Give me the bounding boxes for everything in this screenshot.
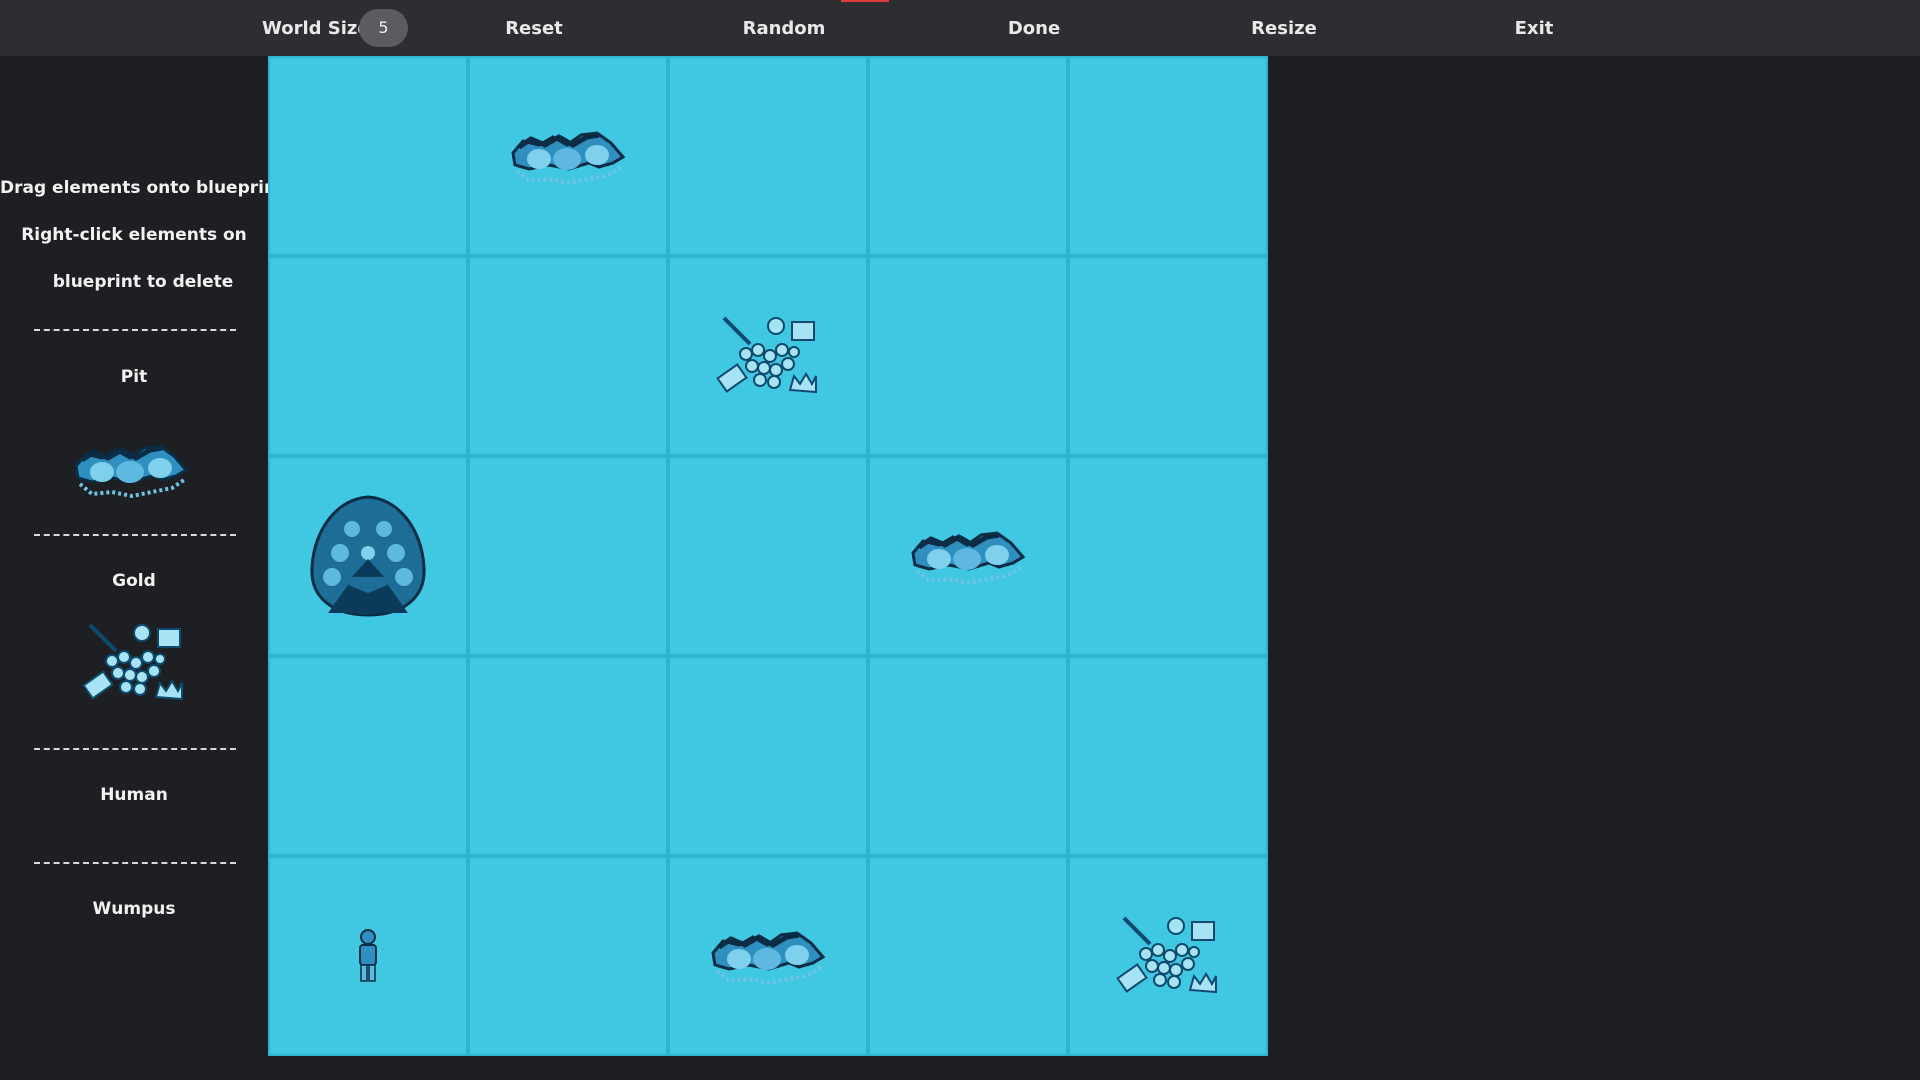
instruction-delete-2: blueprint to delete (52, 272, 234, 292)
grid-cell[interactable] (1068, 256, 1268, 456)
grid-cell[interactable] (268, 56, 468, 256)
pit-icon (511, 131, 626, 186)
world-size-label: World Size (262, 18, 370, 39)
gold-icon (716, 316, 817, 394)
placed-pit[interactable] (709, 923, 827, 989)
grid-cell[interactable] (868, 256, 1068, 456)
pit-icon (711, 931, 826, 986)
grid-cell[interactable] (268, 256, 468, 456)
placed-gold[interactable] (716, 314, 820, 398)
grid-cell[interactable] (468, 456, 668, 656)
grid-cell[interactable] (468, 56, 668, 256)
exit-button[interactable]: Exit (1484, 0, 1584, 56)
pit-icon (74, 444, 189, 499)
grid-cell[interactable] (868, 656, 1068, 856)
divider (34, 862, 236, 864)
grid-cell[interactable] (468, 856, 668, 1056)
world-blueprint-grid[interactable] (268, 56, 1270, 1058)
instruction-drag: Drag elements onto blueprint (0, 178, 285, 198)
element-palette: Drag elements onto blueprint Right-click… (0, 56, 285, 1080)
grid-cell[interactable] (1068, 456, 1268, 656)
active-indicator (841, 0, 889, 2)
grid-cell[interactable] (868, 56, 1068, 256)
placed-human[interactable] (354, 928, 382, 984)
world-size-input[interactable]: 5 (359, 9, 408, 47)
reset-button[interactable]: Reset (484, 0, 584, 56)
grid-cell[interactable] (1068, 56, 1268, 256)
divider (34, 329, 236, 331)
divider (34, 748, 236, 750)
grid-cell[interactable] (868, 456, 1068, 656)
grid-cell[interactable] (668, 856, 868, 1056)
palette-label-pit: Pit (120, 367, 148, 387)
placed-pit[interactable] (509, 123, 627, 189)
gold-icon (82, 623, 183, 701)
grid-cell[interactable] (668, 256, 868, 456)
palette-label-wumpus: Wumpus (92, 899, 176, 919)
palette-label-human: Human (100, 785, 168, 805)
grid-cell[interactable] (668, 456, 868, 656)
resize-button[interactable]: Resize (1234, 0, 1334, 56)
palette-pit[interactable] (72, 436, 190, 506)
palette-label-gold: Gold (112, 571, 156, 591)
grid-cell[interactable] (468, 656, 668, 856)
pit-icon (911, 531, 1026, 586)
grid-cell[interactable] (668, 56, 868, 256)
palette-gold[interactable] (82, 621, 186, 709)
grid-cell[interactable] (468, 256, 668, 456)
done-button[interactable]: Done (984, 0, 1084, 56)
grid-cell[interactable] (668, 656, 868, 856)
grid-cell[interactable] (268, 456, 468, 656)
grid-cell[interactable] (268, 656, 468, 856)
placed-pit[interactable] (909, 523, 1027, 589)
gold-icon (1116, 916, 1217, 994)
top-toolbar: World Size 5 Reset Random Done Resize Ex… (0, 0, 1920, 56)
divider (34, 534, 236, 536)
grid-cell[interactable] (1068, 656, 1268, 856)
grid-cell[interactable] (1068, 856, 1268, 1056)
placed-wumpus[interactable] (308, 493, 428, 619)
wumpus-icon (310, 495, 426, 617)
grid-cell[interactable] (268, 856, 468, 1056)
instruction-delete-1: Right-click elements on (21, 225, 247, 245)
random-button[interactable]: Random (734, 0, 834, 56)
human-icon (359, 929, 377, 982)
placed-gold[interactable] (1116, 914, 1220, 998)
grid-cell[interactable] (868, 856, 1068, 1056)
